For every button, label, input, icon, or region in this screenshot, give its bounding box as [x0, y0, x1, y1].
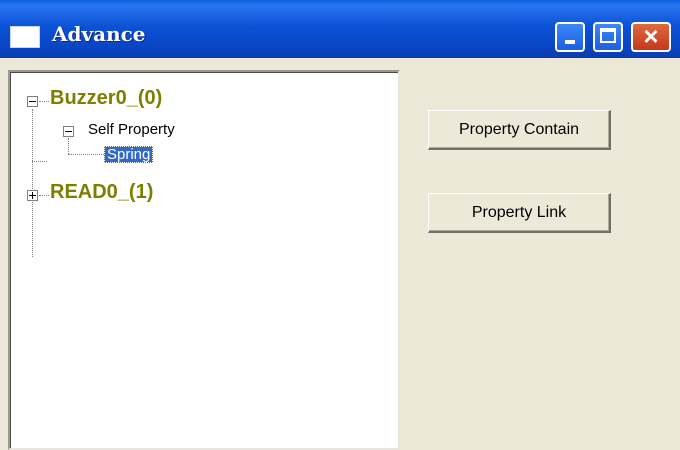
window-icon	[10, 26, 40, 48]
property-tree[interactable]: Buzzer0_(0) Self Property Spring READ0_(…	[8, 70, 400, 450]
property-link-button[interactable]: Property Link	[428, 193, 611, 233]
tree-expand-icon[interactable]	[27, 190, 38, 201]
tree-node-buzzer0[interactable]: Buzzer0_(0)	[50, 87, 162, 110]
close-icon: ×	[643, 21, 659, 51]
title-bar[interactable]: Advance ×	[0, 0, 680, 58]
maximize-icon	[600, 28, 616, 43]
tree-collapse-icon[interactable]	[63, 126, 74, 137]
maximize-button[interactable]	[593, 22, 623, 52]
close-button[interactable]: ×	[631, 21, 671, 52]
tree-canvas: Buzzer0_(0) Self Property Spring READ0_(…	[10, 72, 398, 448]
minimize-icon	[565, 40, 575, 44]
tree-line	[32, 109, 33, 257]
minimize-button[interactable]	[555, 22, 585, 52]
tree-collapse-icon[interactable]	[27, 96, 38, 107]
advance-window: Advance × Buzzer0_(0) Self Property Spri…	[0, 0, 680, 450]
window-title: Advance	[52, 22, 146, 46]
tree-line	[68, 138, 69, 154]
tree-line	[39, 195, 49, 196]
tree-line	[39, 101, 49, 102]
tree-node-read0[interactable]: READ0_(1)	[50, 181, 153, 204]
tree-line	[68, 154, 104, 155]
tree-line	[32, 161, 47, 162]
tree-node-self-property[interactable]: Self Property	[88, 121, 175, 138]
property-contain-button[interactable]: Property Contain	[428, 110, 611, 150]
tree-node-spring[interactable]: Spring	[104, 146, 154, 163]
